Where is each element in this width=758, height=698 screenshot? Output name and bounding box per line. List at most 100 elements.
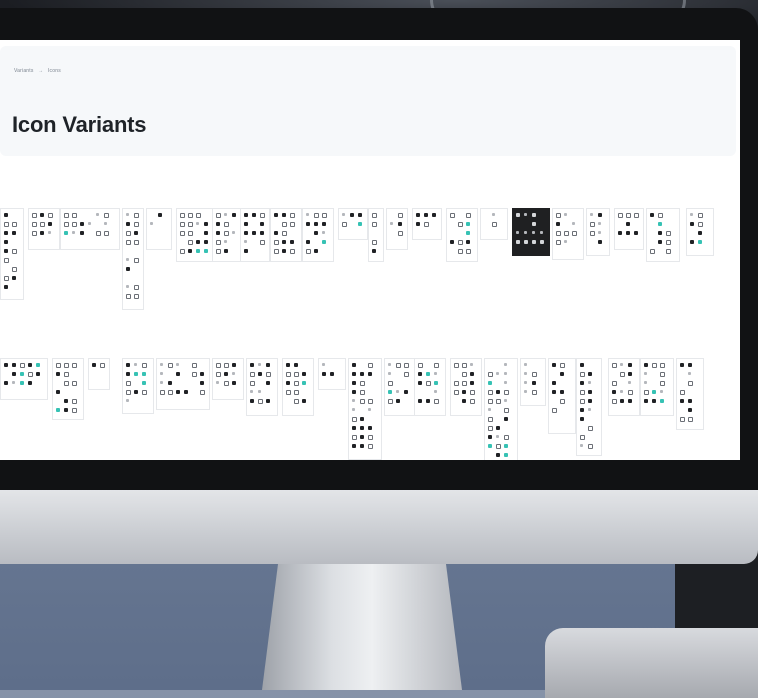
icon-glyph xyxy=(418,399,422,403)
icon-variant-card[interactable] xyxy=(246,358,278,416)
icon-glyph xyxy=(12,381,15,384)
icon-variant-card[interactable] xyxy=(484,358,518,460)
icon-glyph xyxy=(244,231,248,235)
icon-variant-card[interactable] xyxy=(270,208,302,262)
icon-variant-card[interactable] xyxy=(608,358,640,416)
icon-glyph xyxy=(424,222,429,227)
icon-glyph xyxy=(350,213,354,217)
icon-variant-card[interactable] xyxy=(282,358,314,416)
icon-variant-card[interactable] xyxy=(414,358,446,416)
icon-variant-card[interactable] xyxy=(646,208,680,262)
icon-glyph xyxy=(620,390,623,393)
icon-variant-card[interactable] xyxy=(60,208,120,250)
icon-variant-card[interactable] xyxy=(480,208,508,240)
icon-glyph xyxy=(532,372,537,377)
icon-variant-card[interactable] xyxy=(446,208,478,262)
icon-glyph xyxy=(100,363,105,368)
icon-variant-card[interactable] xyxy=(156,358,210,410)
icon-variant-card[interactable] xyxy=(640,358,674,416)
icon-glyph xyxy=(660,399,664,403)
icon-variant-card[interactable] xyxy=(212,358,244,400)
icon-glyph xyxy=(690,213,693,216)
icon-variant-card[interactable] xyxy=(586,208,610,256)
icon-variant-card[interactable] xyxy=(122,208,144,310)
icon-variant-card[interactable] xyxy=(302,208,334,262)
icon-variant-card[interactable] xyxy=(384,358,416,416)
icon-glyph xyxy=(698,240,702,244)
icon-glyph xyxy=(524,390,527,393)
icon-glyph xyxy=(680,399,684,403)
icon-variant-card[interactable] xyxy=(0,208,24,300)
icon-glyph xyxy=(450,213,455,218)
icon-glyph xyxy=(516,240,520,244)
icon-glyph xyxy=(224,381,229,386)
icon-glyph xyxy=(626,213,631,218)
breadcrumb-item-icons[interactable]: Icons xyxy=(48,68,61,74)
icon-glyph xyxy=(418,372,422,376)
icon-variant-card[interactable] xyxy=(0,358,48,400)
icon-glyph xyxy=(504,408,509,413)
icon-glyph xyxy=(104,231,109,236)
icon-variant-card[interactable] xyxy=(686,208,714,256)
icon-variant-card[interactable] xyxy=(520,358,546,406)
icon-glyph xyxy=(126,399,129,402)
icon-glyph xyxy=(282,231,287,236)
icon-variant-card[interactable] xyxy=(348,358,382,460)
icon-variant-card[interactable] xyxy=(146,208,172,250)
icon-variant-card[interactable] xyxy=(386,208,408,250)
icon-variant-card[interactable] xyxy=(52,358,84,420)
icon-glyph xyxy=(306,240,310,244)
icon-variant-card[interactable] xyxy=(614,208,644,250)
icon-glyph xyxy=(426,381,431,386)
icon-glyph xyxy=(588,372,592,376)
icon-glyph xyxy=(314,249,318,253)
icon-glyph xyxy=(342,213,345,216)
icon-glyph xyxy=(552,381,556,385)
icon-variant-card[interactable] xyxy=(338,208,368,240)
icon-glyph xyxy=(352,426,356,430)
icon-glyph xyxy=(134,372,138,376)
icon-glyph xyxy=(4,240,8,244)
icon-glyph xyxy=(180,213,185,218)
icon-glyph xyxy=(532,390,537,395)
icon-glyph xyxy=(580,444,583,447)
icon-glyph xyxy=(612,390,616,394)
icon-glyph xyxy=(552,363,556,367)
icon-glyph xyxy=(496,372,499,375)
icon-variant-card[interactable] xyxy=(240,208,270,262)
icon-variant-card[interactable] xyxy=(88,358,110,390)
icon-glyph xyxy=(20,363,25,368)
icon-glyph xyxy=(466,222,470,226)
icon-glyph xyxy=(488,381,492,385)
icon-variant-card[interactable] xyxy=(676,358,704,430)
icon-glyph xyxy=(266,372,271,377)
icon-glyph xyxy=(104,222,107,225)
breadcrumb-separator: → xyxy=(38,68,44,74)
icon-variant-card[interactable] xyxy=(122,358,154,414)
icon-glyph xyxy=(266,363,270,367)
icon-variant-card[interactable] xyxy=(368,208,384,262)
icon-variant-card[interactable] xyxy=(512,208,550,256)
icon-glyph xyxy=(126,363,130,367)
icon-variant-card[interactable] xyxy=(28,208,60,250)
icon-glyph xyxy=(134,390,138,394)
icon-glyph xyxy=(560,363,565,368)
icon-glyph xyxy=(28,363,32,367)
icon-variant-card[interactable] xyxy=(576,358,602,456)
icon-variant-card[interactable] xyxy=(318,358,346,390)
icon-glyph xyxy=(12,222,17,227)
icon-variant-card[interactable] xyxy=(548,358,576,434)
monitor-chin xyxy=(0,490,758,564)
icon-glyph xyxy=(432,213,436,217)
icon-variant-card[interactable] xyxy=(412,208,442,240)
icon-variant-card[interactable] xyxy=(552,208,584,260)
icon-variant-card[interactable] xyxy=(212,208,242,262)
breadcrumb-item-variants[interactable]: Variants xyxy=(14,68,34,74)
icon-glyph xyxy=(216,222,220,226)
icon-glyph xyxy=(504,399,507,402)
icon-variant-card[interactable] xyxy=(450,358,482,416)
icon-glyph xyxy=(160,372,163,375)
icon-glyph xyxy=(588,399,592,403)
icon-glyph xyxy=(244,249,248,253)
icon-variant-card[interactable] xyxy=(176,208,214,262)
